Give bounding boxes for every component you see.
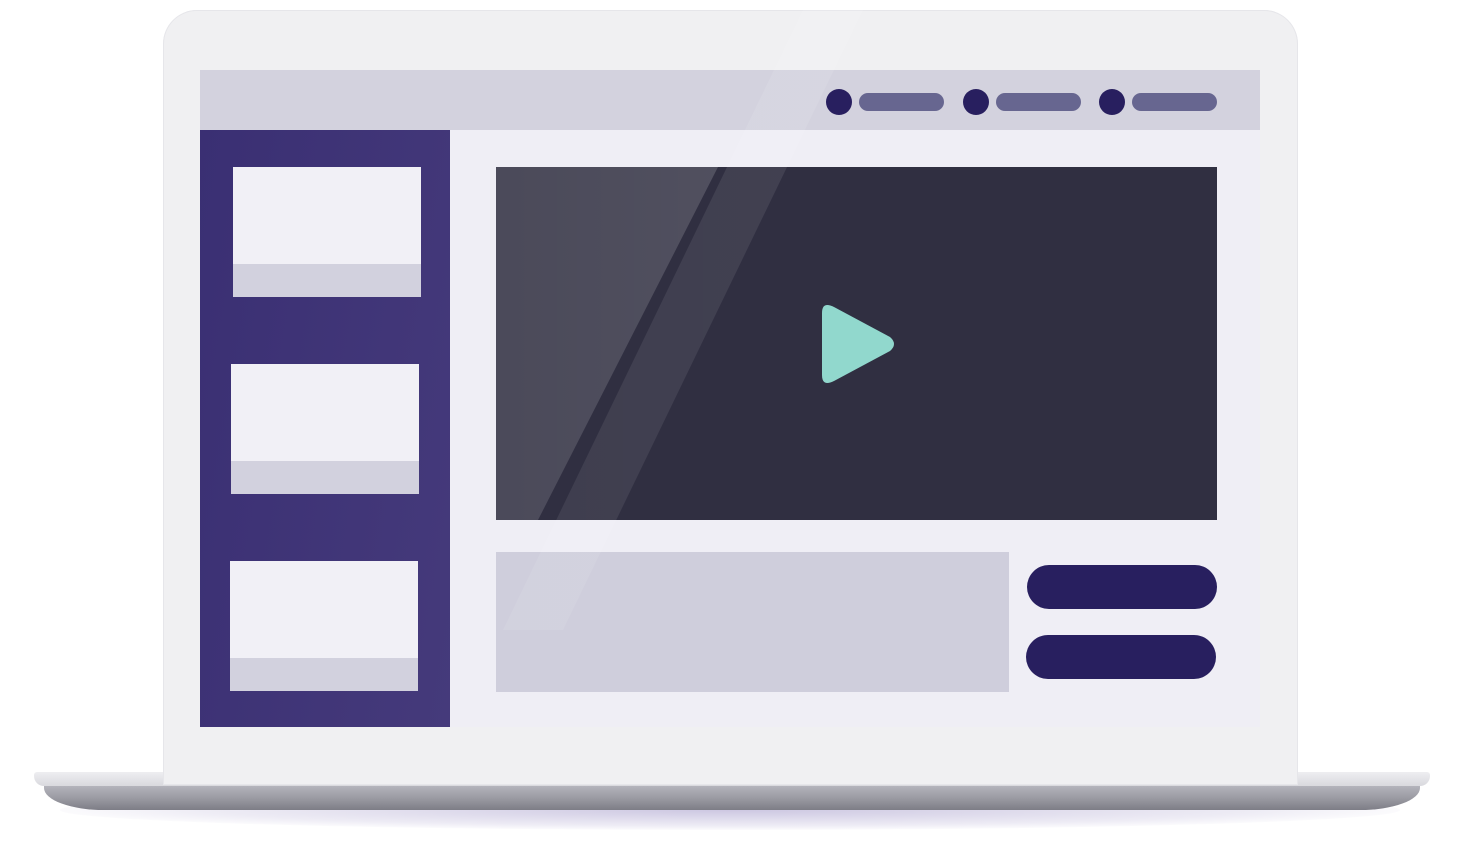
sidebar-thumbnail-3[interactable] [230, 561, 418, 691]
nav-item-label [1132, 93, 1217, 111]
thumbnail-caption [233, 264, 421, 297]
nav-item-label [996, 93, 1081, 111]
nav-dot-icon [826, 89, 852, 115]
top-navigation-bar [200, 70, 1260, 130]
app-screen [200, 70, 1260, 727]
play-icon[interactable] [808, 299, 898, 389]
sidebar [200, 130, 450, 727]
thumbnail-caption [231, 461, 419, 494]
nav-dot-icon [963, 89, 989, 115]
video-description-panel [496, 552, 1009, 692]
sidebar-thumbnail-2[interactable] [231, 364, 419, 494]
primary-action-button[interactable] [1027, 565, 1217, 609]
sidebar-thumbnail-1[interactable] [233, 167, 421, 297]
secondary-action-button[interactable] [1026, 635, 1216, 679]
laptop-base-underside [44, 784, 1420, 810]
nav-item-label [859, 93, 944, 111]
thumbnail-caption [230, 658, 418, 691]
nav-dot-icon [1099, 89, 1125, 115]
video-player[interactable] [496, 167, 1217, 520]
